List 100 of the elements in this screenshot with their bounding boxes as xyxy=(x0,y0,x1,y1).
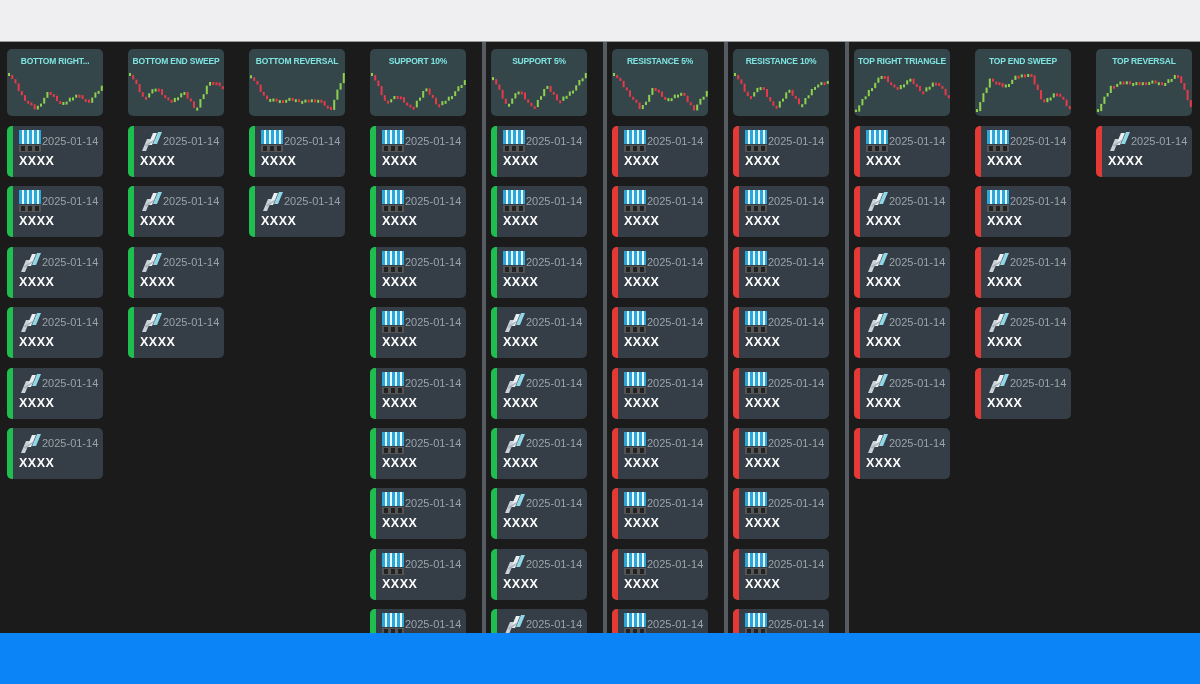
pattern-card[interactable]: RESISTANCE 5% xyxy=(612,49,708,116)
date-text: 2025-01-14 xyxy=(526,436,583,449)
stock-name: XXXX xyxy=(19,455,56,470)
stock-card[interactable]: 2025-01-14 XXXX xyxy=(491,488,587,540)
stock-name: XXXX xyxy=(624,154,661,168)
stock-card[interactable]: 2025-01-14 XXXX xyxy=(249,126,345,177)
stock-card[interactable]: 2025-01-14 XXXX xyxy=(733,488,829,540)
stock-card[interactable]: 2025-01-14 XXXX xyxy=(1096,126,1192,177)
date-text: 2025-01-14 xyxy=(889,316,946,329)
stock-name: XXXX xyxy=(382,214,419,229)
stock-card[interactable]: 2025-01-14 XXXX xyxy=(491,367,587,419)
stock-card[interactable]: 2025-01-14 XXXX xyxy=(7,427,103,479)
stock-card[interactable]: 2025-01-14 XXXX xyxy=(975,126,1071,177)
date-text: 2025-01-14 xyxy=(768,316,825,329)
stock-card[interactable]: 2025-01-14 XXXX xyxy=(733,548,829,600)
stock-card[interactable]: 2025-01-14 XXXX xyxy=(612,307,708,359)
stock-name: XXXX xyxy=(624,395,661,410)
slanted-logo-icon xyxy=(866,251,888,272)
stock-card[interactable]: 2025-01-14 XXXX xyxy=(612,246,708,298)
stock-card[interactable]: 2025-01-14 XXXX xyxy=(612,367,708,419)
slanted-logo-icon xyxy=(19,312,41,333)
stock-name: XXXX xyxy=(382,576,419,591)
stock-card[interactable]: 2025-01-14 XXXX xyxy=(491,246,587,298)
date-text: 2025-01-14 xyxy=(889,376,946,389)
date-text: 2025-01-14 xyxy=(405,436,462,449)
stock-card[interactable]: 2025-01-14 XXXX xyxy=(7,307,103,359)
stock-card[interactable]: 2025-01-14 XXXX xyxy=(128,307,224,359)
stock-card[interactable]: 2025-01-14 XXXX xyxy=(854,246,950,298)
pattern-card[interactable]: BOTTOM RIGHT... xyxy=(7,49,103,116)
stock-card[interactable]: 2025-01-14 XXXX xyxy=(854,186,950,238)
date-text: 2025-01-14 xyxy=(768,255,825,268)
slanted-logo-icon xyxy=(987,251,1009,272)
stock-card[interactable]: 2025-01-14 xyxy=(491,609,587,633)
pattern-card[interactable]: SUPPORT 10% xyxy=(370,49,466,116)
stock-card[interactable]: 2025-01-14 XXXX xyxy=(7,367,103,419)
stock-card[interactable]: 2025-01-14 XXXX xyxy=(128,186,224,238)
stock-name: XXXX xyxy=(624,214,661,229)
stock-card[interactable]: 2025-01-14 XXXX xyxy=(491,427,587,479)
pattern-card[interactable]: BOTTOM REVERSAL xyxy=(249,49,345,116)
pattern-title: BOTTOM REVERSAL xyxy=(254,55,340,66)
pattern-card[interactable]: TOP END SWEEP xyxy=(975,49,1071,116)
stock-card[interactable]: 2025-01-14 xyxy=(733,609,829,633)
stock-card[interactable]: 2025-01-14 XXXX xyxy=(975,246,1071,298)
stock-card[interactable]: 2025-01-14 XXXX xyxy=(612,126,708,177)
stock-card[interactable]: 2025-01-14 XXXX xyxy=(491,307,587,359)
stock-card[interactable]: 2025-01-14 XXXX xyxy=(370,186,466,238)
slanted-logo-icon xyxy=(503,372,525,393)
stock-card[interactable]: 2025-01-14 XXXX xyxy=(975,367,1071,419)
pattern-card[interactable]: SUPPORT 5% xyxy=(491,49,587,116)
stock-card[interactable]: 2025-01-14 XXXX xyxy=(733,126,829,177)
stock-card[interactable]: 2025-01-14 XXXX xyxy=(612,488,708,540)
stock-card[interactable]: 2025-01-14 XXXX xyxy=(975,307,1071,359)
stock-card[interactable]: 2025-01-14 XXXX xyxy=(612,548,708,600)
stock-card[interactable]: 2025-01-14 XXXX xyxy=(733,186,829,238)
stock-card[interactable]: 2025-01-14 XXXX xyxy=(370,488,466,540)
stock-card[interactable]: 2025-01-14 XXXX xyxy=(370,367,466,419)
stock-card[interactable]: 2025-01-14 XXXX xyxy=(491,126,587,177)
stock-card[interactable]: 2025-01-14 XXXX xyxy=(733,246,829,298)
pattern-card[interactable]: BOTTOM END SWEEP xyxy=(128,49,224,116)
stock-card[interactable]: 2025-01-14 XXXX xyxy=(733,427,829,479)
stock-card[interactable]: 2025-01-14 XXXX xyxy=(7,186,103,238)
stock-card[interactable]: 2025-01-14 XXXX xyxy=(975,186,1071,238)
stock-card[interactable]: 2025-01-14 XXXX xyxy=(612,186,708,238)
stock-name: XXXX xyxy=(624,335,661,350)
pattern-card[interactable]: TOP REVERSAL xyxy=(1096,49,1192,116)
striped-logo-icon xyxy=(382,250,404,273)
stock-name: XXXX xyxy=(866,154,903,168)
stock-card[interactable]: 2025-01-14 XXXX xyxy=(128,246,224,298)
pattern-card[interactable]: TOP RIGHT TRIANGLE xyxy=(854,49,950,116)
stock-card[interactable]: 2025-01-14 XXXX xyxy=(854,126,950,177)
stock-card[interactable]: 2025-01-14 XXXX xyxy=(612,427,708,479)
stock-card[interactable]: 2025-01-14 XXXX xyxy=(491,186,587,238)
stock-card[interactable]: 2025-01-14 XXXX xyxy=(128,126,224,177)
stock-name: XXXX xyxy=(19,154,56,168)
stock-card[interactable]: 2025-01-14 XXXX xyxy=(854,427,950,479)
slanted-logo-icon xyxy=(503,312,525,333)
stock-name: XXXX xyxy=(745,274,782,289)
stock-card[interactable]: 2025-01-14 XXXX xyxy=(370,246,466,298)
stock-card[interactable]: 2025-01-14 XXXX xyxy=(854,367,950,419)
stock-card[interactable]: 2025-01-14 XXXX xyxy=(7,126,103,177)
stock-card[interactable]: 2025-01-14 XXXX xyxy=(491,548,587,600)
pattern-card[interactable]: RESISTANCE 10% xyxy=(733,49,829,116)
slanted-logo-icon xyxy=(140,131,162,151)
stock-card[interactable]: 2025-01-14 XXXX xyxy=(370,427,466,479)
date-text: 2025-01-14 xyxy=(768,618,825,631)
stock-card[interactable]: 2025-01-14 XXXX xyxy=(249,186,345,238)
striped-logo-icon xyxy=(624,431,646,454)
slanted-logo-icon xyxy=(866,312,888,333)
striped-logo-icon xyxy=(382,613,404,633)
stock-card[interactable]: 2025-01-14 XXXX xyxy=(733,367,829,419)
stock-name: XXXX xyxy=(866,214,903,229)
stock-card[interactable]: 2025-01-14 XXXX xyxy=(854,307,950,359)
stock-card[interactable]: 2025-01-14 XXXX xyxy=(370,126,466,177)
stock-card[interactable]: 2025-01-14 XXXX xyxy=(733,307,829,359)
stock-card[interactable]: 2025-01-14 XXXX xyxy=(370,548,466,600)
stock-card[interactable]: 2025-01-14 XXXX xyxy=(7,246,103,298)
date-text: 2025-01-14 xyxy=(1010,316,1067,329)
stock-card[interactable]: 2025-01-14 xyxy=(370,609,466,633)
stock-card[interactable]: 2025-01-14 xyxy=(612,609,708,633)
stock-card[interactable]: 2025-01-14 XXXX xyxy=(370,307,466,359)
